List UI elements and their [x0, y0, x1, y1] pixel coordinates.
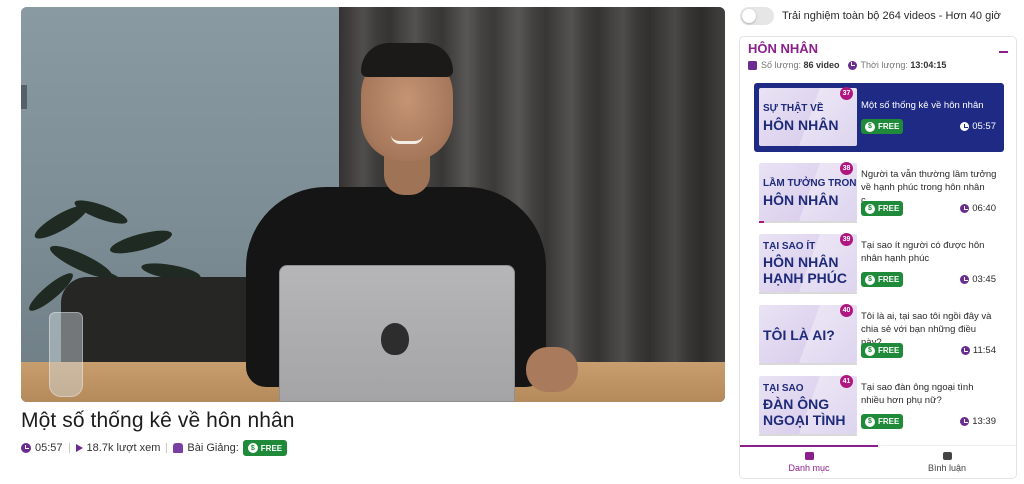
- thumbnail-heading: HÔN NHÂN: [763, 192, 839, 208]
- list-icon: [804, 451, 814, 460]
- thumbnail-heading: HÔN NHÂN: [763, 254, 839, 270]
- trial-toggle-row: Trải nghiệm toàn bộ 264 videos - Hơn 40 …: [740, 7, 1001, 25]
- lesson-number-badge: 37: [840, 87, 853, 100]
- dollar-icon: $: [865, 416, 875, 427]
- collapse-icon[interactable]: [999, 51, 1008, 53]
- video-count-icon: [748, 60, 757, 70]
- playlist-item-duration: 06:40: [960, 203, 996, 214]
- free-badge: $ FREE: [861, 119, 904, 134]
- playlist-stats: Số lượng: 86 video Thời lượng: 13:04:15: [748, 60, 946, 70]
- lesson-number-badge: 39: [840, 233, 853, 246]
- watch-progress-bar: [759, 292, 857, 294]
- thumbnail-caption: LẦM TƯỞNG TRONG: [763, 178, 857, 189]
- clock-icon: [847, 60, 857, 70]
- free-badge-label: FREE: [878, 417, 900, 426]
- lesson-number-badge: 41: [840, 375, 853, 388]
- playlist-item-title: Tại sao ít người có được hôn nhân hạnh p…: [861, 240, 985, 264]
- time-label: Thời lượng:: [860, 60, 908, 70]
- clock-icon: [960, 275, 970, 284]
- duration-text: 03:45: [972, 274, 996, 285]
- watch-progress-bar: [759, 221, 857, 223]
- video-duration: 05:57: [35, 442, 63, 454]
- teacher-icon: [173, 443, 184, 453]
- time-value: 13:04:15: [910, 60, 947, 70]
- free-badge: $ FREE: [861, 272, 904, 287]
- playlist-item-title: Một số thống kê về hôn nhân: [861, 100, 984, 111]
- free-badge-label: FREE: [878, 204, 900, 213]
- divider: [68, 443, 70, 453]
- video-edge-handle: [21, 85, 27, 109]
- duration-text: 11:54: [972, 345, 996, 356]
- panel-tabs: Danh mục Bình luận: [740, 445, 1016, 478]
- playlist-item[interactable]: LẦM TƯỞNG TRONG HÔN NHÂN 38 Người ta vẫn…: [754, 158, 1004, 229]
- clock-icon: [960, 346, 970, 355]
- trial-toggle-label: Trải nghiệm toàn bộ 264 videos - Hơn 40 …: [782, 10, 1001, 22]
- clock-icon: [960, 417, 970, 426]
- video-meta: 05:57 18.7k lượt xem Bài Giảng: $ FREE: [21, 440, 288, 456]
- playlist-item-duration: 13:39: [960, 416, 996, 427]
- count-value: 86 video: [803, 60, 840, 70]
- free-badge-label: FREE: [878, 275, 900, 284]
- thumbnail-heading: NGOẠI TÌNH: [763, 412, 846, 428]
- video-player[interactable]: [21, 7, 725, 402]
- playlist-item[interactable]: TẠI SAO ĐÀN ÔNG NGOẠI TÌNH 41 Tại sao đà…: [754, 371, 1004, 442]
- clock-icon: [21, 443, 31, 453]
- free-badge-label: FREE: [260, 443, 283, 453]
- thumbnail-caption: TẠI SAO ÍT: [763, 241, 816, 252]
- video-title: Một số thống kê về hôn nhân: [21, 409, 295, 432]
- watch-progress-bar: [759, 434, 857, 436]
- watch-progress-bar: [759, 363, 857, 365]
- dollar-icon: $: [865, 345, 875, 356]
- dollar-icon: $: [247, 443, 258, 453]
- dollar-icon: $: [865, 274, 875, 285]
- free-badge-label: FREE: [878, 122, 900, 131]
- count-label: Số lượng:: [761, 60, 801, 70]
- free-badge: $ FREE: [242, 440, 288, 456]
- playlist-item-title: Tại sao đàn ông ngoại tình nhiều hơn phụ…: [861, 382, 974, 406]
- apple-logo-icon: [381, 323, 409, 355]
- thumbnail-heading: ĐÀN ÔNG: [763, 396, 830, 412]
- video-frame-hand: [526, 347, 578, 392]
- duration-text: 13:39: [972, 416, 996, 427]
- video-frame-vase: [49, 312, 83, 397]
- playlist-item-duration: 03:45: [960, 274, 996, 285]
- tab-label: Danh mục: [788, 462, 830, 473]
- playlist-panel: HÔN NHÂN Số lượng: 86 video Thời lượng: …: [739, 36, 1017, 479]
- playlist-item[interactable]: TÔI LÀ AI? 40 Tôi là ai, tại sao tôi ngồ…: [754, 300, 1004, 371]
- tab-label: Bình luận: [927, 462, 967, 473]
- free-badge-label: FREE: [878, 346, 900, 355]
- playlist-item[interactable]: SỰ THẬT VỀ HÔN NHÂN 37 Một số thống kê v…: [754, 83, 1004, 152]
- lesson-number-badge: 40: [840, 304, 853, 317]
- video-frame-smile: [391, 135, 423, 144]
- trial-toggle[interactable]: [740, 7, 774, 25]
- video-frame-hair: [361, 43, 453, 77]
- playlist-item-duration: 05:57: [960, 121, 996, 132]
- free-badge: $ FREE: [861, 343, 904, 358]
- thumbnail-heading: TÔI LÀ AI?: [763, 327, 835, 343]
- thumbnail-caption: TẠI SAO: [763, 383, 804, 394]
- dollar-icon: $: [865, 203, 875, 214]
- tab-danh-muc[interactable]: Danh mục: [740, 445, 878, 478]
- clock-icon: [960, 204, 970, 213]
- comment-icon: [942, 451, 952, 460]
- tab-binh-luan[interactable]: Bình luận: [878, 446, 1016, 478]
- clock-icon: [960, 122, 970, 131]
- playlist-item-duration: 11:54: [960, 345, 996, 356]
- video-type-label: Bài Giảng:: [187, 442, 239, 454]
- divider: [166, 443, 168, 453]
- play-icon: [75, 444, 83, 452]
- free-badge: $ FREE: [861, 201, 904, 216]
- playlist-title: HÔN NHÂN: [748, 41, 819, 56]
- lesson-number-badge: 38: [840, 162, 853, 175]
- video-views: 18.7k lượt xem: [86, 442, 161, 454]
- free-badge: $ FREE: [861, 414, 904, 429]
- playlist-list[interactable]: SỰ THẬT VỀ HÔN NHÂN 37 Một số thống kê v…: [754, 83, 1004, 447]
- duration-text: 06:40: [972, 203, 996, 214]
- playlist-item[interactable]: TẠI SAO ÍT HÔN NHÂN HẠNH PHÚC 39 Tại sao…: [754, 229, 1004, 300]
- thumbnail-heading: HÔN NHÂN: [763, 117, 839, 133]
- thumbnail-caption: SỰ THẬT VỀ: [763, 103, 824, 114]
- dollar-icon: $: [865, 121, 875, 132]
- thumbnail-heading: HẠNH PHÚC: [763, 270, 847, 286]
- duration-text: 05:57: [972, 121, 996, 132]
